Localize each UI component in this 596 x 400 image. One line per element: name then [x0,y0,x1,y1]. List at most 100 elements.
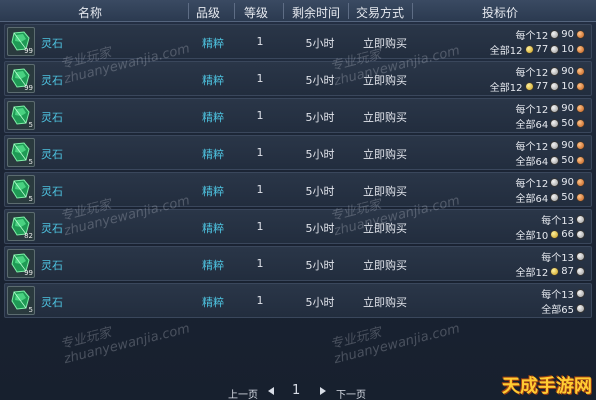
item-name[interactable]: 灵石 [41,220,63,236]
next-page-button[interactable]: 下一页 [336,386,366,400]
silver-coin-icon [550,30,560,39]
item-slot[interactable]: 5 [7,138,35,167]
silver-coin-icon [550,193,560,202]
price-each-label: 每个12 [515,179,549,190]
trade-method: 立即购买 [363,37,407,50]
copper-coin-icon [576,193,585,202]
table-row[interactable]: 99 灵石 精粹 1 5小时 立即购买 每个12 90 全部12 77 10 [4,61,592,96]
next-arrow-icon[interactable] [320,387,326,395]
header-level[interactable]: 等级 [238,4,274,21]
trade-method: 立即购买 [363,296,407,309]
item-count: 5 [28,306,33,314]
item-level: 1 [256,183,264,196]
price-value: 90 [561,29,574,40]
price-value: 90 [561,177,574,188]
price-value: 50 [561,118,574,129]
item-level: 1 [256,220,264,233]
item-slot[interactable]: 99 [7,64,35,93]
trade-method: 立即购买 [363,148,407,161]
header-time-left[interactable]: 剩余时间 [286,4,346,21]
silver-coin-icon [550,45,560,54]
table-row[interactable]: 99 灵石 精粹 1 5小时 立即购买 每个12 90 全部12 77 10 [4,24,592,59]
header-bid-price[interactable]: 投标价 [470,4,530,21]
header-quality[interactable]: 品级 [190,4,226,21]
price-total-label: 全部12 [515,268,549,279]
copper-coin-icon [576,119,585,128]
item-level: 1 [256,146,264,159]
copper-coin-icon [576,141,585,150]
gold-coin-icon [550,230,560,239]
table-row[interactable]: 82 灵石 精粹 1 5小时 立即购买 每个13 全部10 66 [4,209,592,244]
site-logo: 天成手游网 [502,376,592,397]
price-total-line: 全部12 87 [515,265,585,279]
price-each-line: 每个12 90 [515,102,585,116]
item-name[interactable]: 灵石 [41,257,63,273]
item-name[interactable]: 灵石 [41,109,63,125]
price-value: 77 [535,81,549,92]
price-each-label: 每个13 [541,253,574,264]
header-name[interactable]: 名称 [60,4,120,21]
silver-coin-icon [550,82,560,91]
price-value: 10 [561,81,574,92]
silver-coin-icon [550,141,560,150]
copper-coin-icon [576,45,585,54]
item-level: 1 [256,294,264,307]
table-header: 名称 品级 等级 剩余时间 交易方式 投标价 [0,0,596,22]
price-each-label: 每个12 [515,31,549,42]
item-slot[interactable]: 99 [7,249,35,278]
price-each-line: 每个13 [541,213,585,227]
gold-coin-icon [524,82,534,91]
listing-rows: 99 灵石 精粹 1 5小时 立即购买 每个12 90 全部12 77 10 99 灵石 精粹 1 5小时 立即… [4,24,592,320]
time-left: 5小时 [305,296,335,309]
item-name[interactable]: 灵石 [41,183,63,199]
item-level: 1 [256,72,264,85]
price-total-label: 全部12 [489,83,523,94]
price-each-line: 每个13 [541,287,585,301]
copper-coin-icon [576,178,585,187]
item-name[interactable]: 灵石 [41,146,63,162]
price-each-line: 每个12 90 [516,139,585,153]
trade-method: 立即购买 [363,185,407,198]
item-slot[interactable]: 82 [7,212,35,241]
item-quality: 精粹 [202,148,224,161]
copper-coin-icon [576,82,585,91]
item-slot[interactable]: 99 [7,27,35,56]
copper-coin-icon [576,156,585,165]
item-count: 99 [24,47,33,55]
item-slot[interactable]: 5 [7,286,35,315]
item-slot[interactable]: 5 [7,101,35,130]
price-each-label: 每个13 [541,290,574,301]
price-value: 50 [561,155,574,166]
trade-method: 立即购买 [363,111,407,124]
price-total-line: 全部64 50 [516,117,585,131]
silver-coin-icon [550,67,560,76]
item-slot[interactable]: 5 [7,175,35,204]
item-count: 82 [24,232,33,240]
item-count: 99 [24,269,33,277]
table-row[interactable]: 5 灵石 精粹 1 5小时 立即购买 每个12 90 全部64 50 [4,98,592,133]
item-level: 1 [256,109,264,122]
prev-arrow-icon[interactable] [268,387,274,395]
price-total-line: 全部64 50 [516,154,585,168]
price-value: 90 [561,140,574,151]
item-quality: 精粹 [202,37,224,50]
table-row[interactable]: 5 灵石 精粹 1 5小时 立即购买 每个12 90 全部64 50 [4,172,592,207]
item-quality: 精粹 [202,259,224,272]
item-name[interactable]: 灵石 [41,294,63,310]
table-row[interactable]: 5 灵石 精粹 1 5小时 立即购买 每个12 90 全部64 50 [4,135,592,170]
table-row[interactable]: 99 灵石 精粹 1 5小时 立即购买 每个13 全部12 87 [4,246,592,281]
table-row[interactable]: 5 灵石 精粹 1 5小时 立即购买 每个13 全部65 [4,283,592,318]
item-quality: 精粹 [202,222,224,235]
trade-method: 立即购买 [363,222,407,235]
silver-coin-icon [576,252,585,261]
item-name[interactable]: 灵石 [41,72,63,88]
prev-page-button[interactable]: 上一页 [228,386,258,400]
item-quality: 精粹 [202,111,224,124]
header-trade-method[interactable]: 交易方式 [350,4,410,21]
price-each-label: 每个12 [515,105,549,116]
silver-coin-icon [550,178,560,187]
page-number: 1 [292,383,301,398]
price-each-line: 每个12 90 [515,176,585,190]
gold-coin-icon [550,267,560,276]
item-name[interactable]: 灵石 [41,35,63,51]
